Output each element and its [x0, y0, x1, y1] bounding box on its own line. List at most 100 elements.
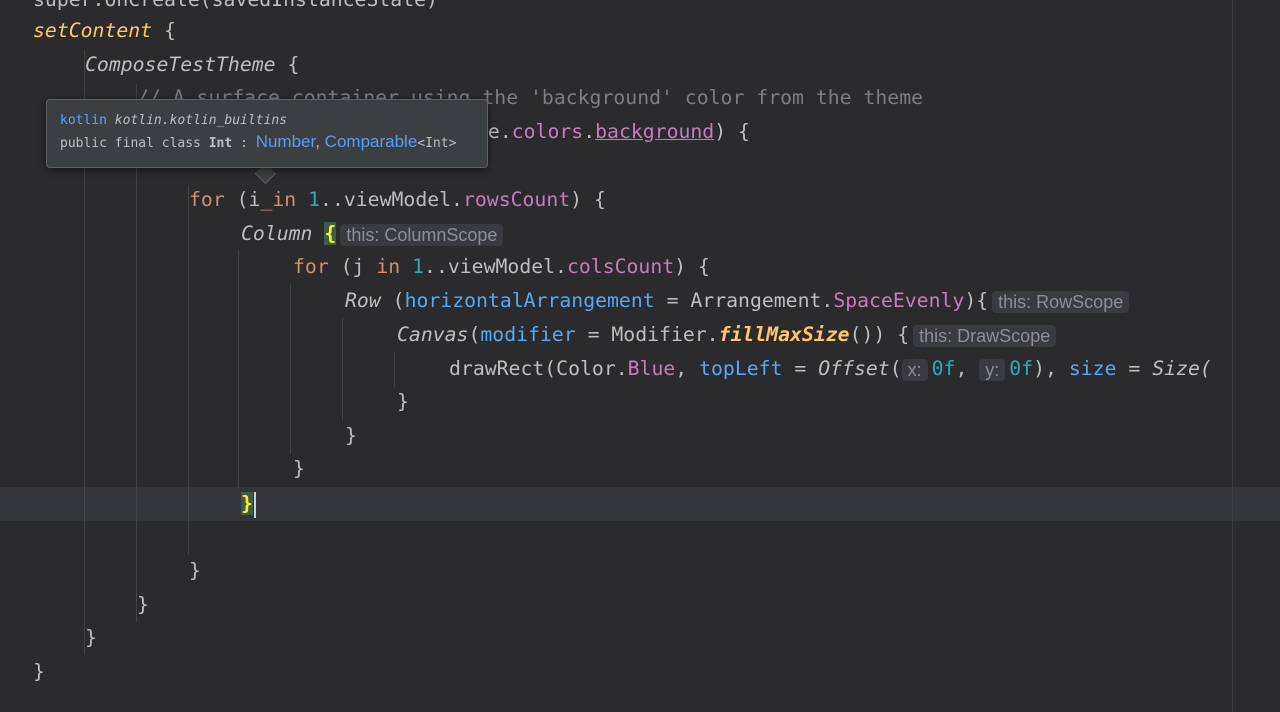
code-number: 1 — [412, 255, 425, 278]
indent-guide — [188, 185, 189, 555]
code-text: ) { — [674, 255, 710, 278]
code-text: ), — [1033, 357, 1069, 380]
tooltip-declaration: public final class Int : Number, Compara… — [60, 130, 474, 156]
tooltip-class-name: Int — [208, 136, 233, 151]
code-line: for (i_in 1..viewModel.rowsCount) { — [189, 183, 606, 217]
code-text: = — [782, 357, 819, 380]
code-text: } — [33, 660, 45, 683]
code-text: ) { — [714, 120, 750, 143]
code-line: } — [293, 452, 305, 486]
code-text: (i — [224, 188, 261, 211]
code-line: } — [189, 554, 201, 588]
tooltip-comma: , — [315, 132, 325, 151]
code-property: SpaceEvenly — [833, 289, 965, 312]
code-line: Canvas(modifier = Modifier.fillMaxSize()… — [397, 318, 1057, 352]
code-text: = — [1116, 357, 1153, 380]
tooltip-link-comparable[interactable]: Comparable — [325, 132, 418, 151]
code-property: colsCount — [566, 255, 675, 278]
code-keyword: for — [189, 188, 225, 211]
code-text: = Modifier. — [575, 323, 719, 346]
code-text: (j — [328, 255, 377, 278]
code-property: colors — [511, 120, 584, 143]
code-keyword: for — [293, 255, 329, 278]
code-property: background — [595, 120, 715, 143]
code-function: Size( — [1152, 357, 1212, 380]
code-text: . — [583, 120, 596, 143]
code-text: { — [152, 19, 176, 42]
code-text: } — [189, 559, 201, 582]
indent-guide — [394, 352, 395, 387]
code-text: , — [955, 357, 980, 380]
inlay-hint: this: DrawScope — [913, 324, 1057, 347]
tooltip-modifiers: public final class — [60, 136, 209, 151]
code-text: } — [293, 457, 305, 480]
code-line: drawRect(Color.Blue, topLeft = Offset(x:… — [449, 352, 1212, 386]
indent-guide — [342, 318, 343, 420]
right-margin-guide — [1232, 0, 1233, 712]
inlay-hint: x: — [901, 358, 928, 381]
code-line: Row (horizontalArrangement = Arrangement… — [345, 284, 1130, 318]
code-line: setContent { — [33, 14, 176, 48]
code-parameter: topLeft — [699, 357, 783, 380]
type-info-tooltip: kotlin kotlin.kotlin_builtins public fin… — [46, 99, 488, 168]
code-text: drawRect(Color. — [449, 357, 628, 380]
code-text: ) { — [570, 188, 606, 211]
matched-brace: } — [241, 492, 253, 515]
code-line: me.colors.background) { — [476, 115, 750, 149]
code-text: , — [675, 357, 700, 380]
code-keyword: in — [376, 255, 401, 278]
code-text: ( — [380, 289, 405, 312]
code-extension-function: fillMaxSize — [718, 323, 850, 346]
code-line: } — [241, 487, 256, 521]
inlay-hint: this: ColumnScope — [340, 223, 504, 246]
code-composable: Canvas — [397, 323, 469, 346]
tooltip-package: kotlin kotlin.kotlin_builtins — [60, 112, 474, 130]
code-text: } — [397, 390, 409, 413]
code-parameter: horizontalArrangement — [404, 289, 655, 312]
code-text: ..viewModel. — [424, 255, 567, 278]
code-text: ){ — [964, 289, 989, 312]
code-line: } — [33, 655, 45, 689]
code-function: Offset — [818, 357, 890, 380]
code-text: } — [137, 593, 149, 616]
text-caret — [253, 491, 256, 518]
tooltip-package-keyword: kotlin — [60, 113, 107, 128]
code-parameter: modifier — [480, 323, 576, 346]
code-line: ComposeTestTheme { — [85, 48, 299, 82]
code-keyword: _in — [260, 188, 297, 211]
code-text: super.onCreate(savedInstanceState) — [33, 0, 438, 11]
code-composable: Row — [345, 289, 381, 312]
tooltip-link-number[interactable]: Number — [256, 132, 316, 151]
code-number: 0f — [1009, 357, 1034, 380]
code-composable: Column — [241, 222, 313, 245]
code-line: } — [85, 621, 97, 655]
code-line: for (j in 1..viewModel.colsCount) { — [293, 250, 710, 284]
inlay-hint: this: RowScope — [992, 290, 1130, 313]
code-text: { — [275, 53, 300, 76]
inlay-hint: y: — [979, 358, 1006, 381]
code-text: ..viewModel. — [320, 188, 463, 211]
code-function: setContent — [33, 19, 153, 42]
code-line: Column {this: ColumnScope — [241, 217, 504, 251]
code-text: } — [345, 424, 357, 447]
code-text: = Arrangement. — [654, 289, 834, 312]
code-property: Blue — [627, 357, 676, 380]
code-line: } — [345, 419, 357, 453]
code-text: } — [85, 626, 97, 649]
tooltip-package-name: kotlin.kotlin_builtins — [114, 113, 287, 128]
tooltip-generic: <Int> — [417, 136, 457, 151]
indent-guide — [290, 284, 291, 454]
code-composable: ComposeTestTheme — [85, 53, 276, 76]
tooltip-colon: : — [232, 136, 256, 151]
code-line: } — [137, 588, 149, 622]
code-text: ( — [889, 357, 902, 380]
matched-brace: { — [324, 222, 337, 245]
code-text: ( — [468, 323, 481, 346]
code-parameter: size — [1068, 357, 1117, 380]
code-line: } — [397, 385, 409, 419]
code-number: 1 — [308, 188, 321, 211]
indent-guide — [238, 250, 239, 488]
